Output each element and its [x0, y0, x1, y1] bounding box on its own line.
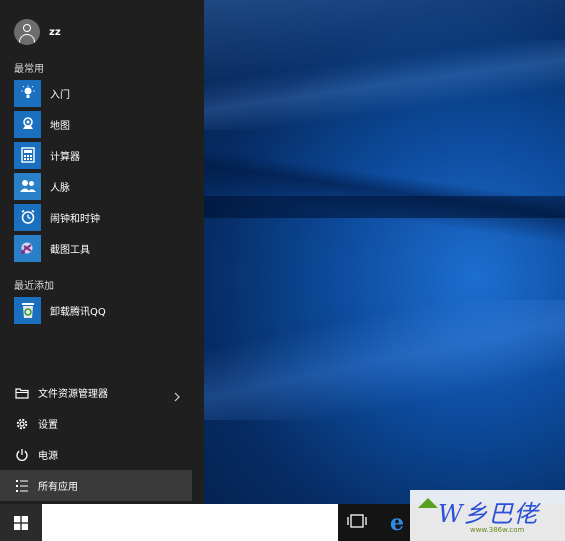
user-account[interactable]: zz: [14, 18, 61, 46]
recycle-bin-icon: [14, 296, 41, 324]
power-item[interactable]: 电源: [0, 439, 192, 470]
app-get-started[interactable]: 入门: [14, 79, 194, 107]
recently-added-heading: 最近添加: [14, 281, 54, 292]
most-used-heading: 最常用: [14, 64, 44, 75]
app-calculator[interactable]: 计算器: [14, 141, 194, 169]
file-explorer-item[interactable]: 文件资源管理器: [0, 377, 192, 408]
chevron-right-icon[interactable]: [174, 387, 180, 406]
app-people[interactable]: 人脉: [14, 172, 194, 200]
desktop-wallpaper: [204, 0, 565, 504]
app-label: 截图工具: [50, 244, 90, 256]
edge-browser-icon[interactable]: e: [390, 510, 404, 536]
power-label: 电源: [38, 451, 58, 462]
app-uninstall-qq[interactable]: 卸载腾讯QQ: [14, 296, 194, 324]
taskbar-search-box[interactable]: [42, 504, 338, 541]
task-view-icon[interactable]: [347, 513, 367, 533]
app-label: 人脉: [50, 182, 70, 194]
map-icon: [14, 110, 41, 138]
power-icon: [12, 448, 32, 462]
site-watermark: W乡巴佬 www.386w.com: [410, 490, 565, 541]
calculator-icon: [14, 141, 41, 169]
folder-icon: [12, 387, 32, 399]
wallpaper-band: [204, 196, 565, 218]
all-apps-item[interactable]: 所有应用: [0, 470, 192, 501]
snipping-tool-icon: [14, 234, 41, 262]
people-icon: [14, 172, 41, 200]
avatar-icon: [14, 19, 40, 45]
settings-label: 设置: [38, 420, 58, 431]
gear-icon: [12, 417, 32, 431]
user-name: zz: [49, 26, 61, 38]
all-apps-label: 所有应用: [38, 482, 78, 493]
app-label: 闹钟和时钟: [50, 213, 100, 225]
house-logo-icon: [418, 498, 438, 508]
app-alarms-clock[interactable]: 闹钟和时钟: [14, 203, 194, 231]
lightbulb-icon: [14, 79, 41, 107]
list-icon: [12, 479, 32, 493]
app-label: 卸载腾讯QQ: [50, 306, 106, 318]
wallpaper-light-beam: [204, 40, 565, 130]
file-explorer-label: 文件资源管理器: [38, 389, 108, 400]
app-label: 地图: [50, 120, 70, 132]
watermark-text: W乡巴佬: [438, 500, 539, 528]
alarm-clock-icon: [14, 203, 41, 231]
windows-logo-icon: [14, 515, 28, 530]
app-label: 计算器: [50, 151, 80, 163]
start-menu: zz 最常用 入门 地图 计算器 人脉 闹钟和时钟 截图工具 最近添加 卸载腾讯…: [0, 0, 204, 504]
app-maps[interactable]: 地图: [14, 110, 194, 138]
settings-item[interactable]: 设置: [0, 408, 192, 439]
app-snipping-tool[interactable]: 截图工具: [14, 234, 194, 262]
wallpaper-light-beam: [204, 300, 565, 420]
windows-start-button[interactable]: [0, 504, 42, 541]
watermark-url: www.386w.com: [470, 526, 525, 534]
app-label: 入门: [50, 89, 70, 101]
